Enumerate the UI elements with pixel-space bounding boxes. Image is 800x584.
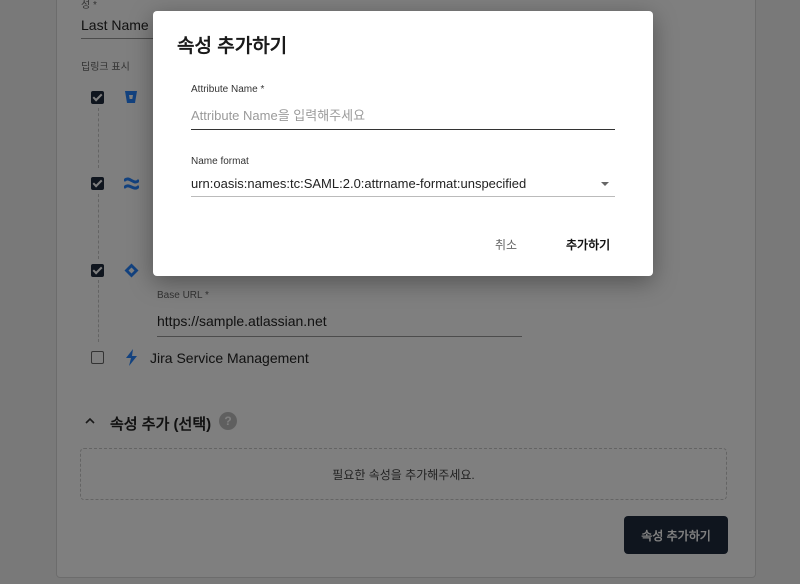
attribute-name-label: Attribute Name * xyxy=(191,84,265,95)
name-format-value: urn:oasis:names:tc:SAML:2.0:attrname-for… xyxy=(191,176,527,191)
dialog-title: 속성 추가하기 xyxy=(177,36,288,57)
add-attribute-dialog: 속성 추가하기 Attribute Name * Name format urn… xyxy=(153,11,653,276)
attribute-name-input[interactable] xyxy=(191,102,615,130)
chevron-down-icon xyxy=(601,181,609,186)
name-format-select[interactable]: urn:oasis:names:tc:SAML:2.0:attrname-for… xyxy=(191,171,615,197)
name-format-label: Name format xyxy=(191,156,249,167)
cancel-button[interactable]: 취소 xyxy=(495,236,517,253)
confirm-add-button[interactable]: 추가하기 xyxy=(566,236,610,253)
